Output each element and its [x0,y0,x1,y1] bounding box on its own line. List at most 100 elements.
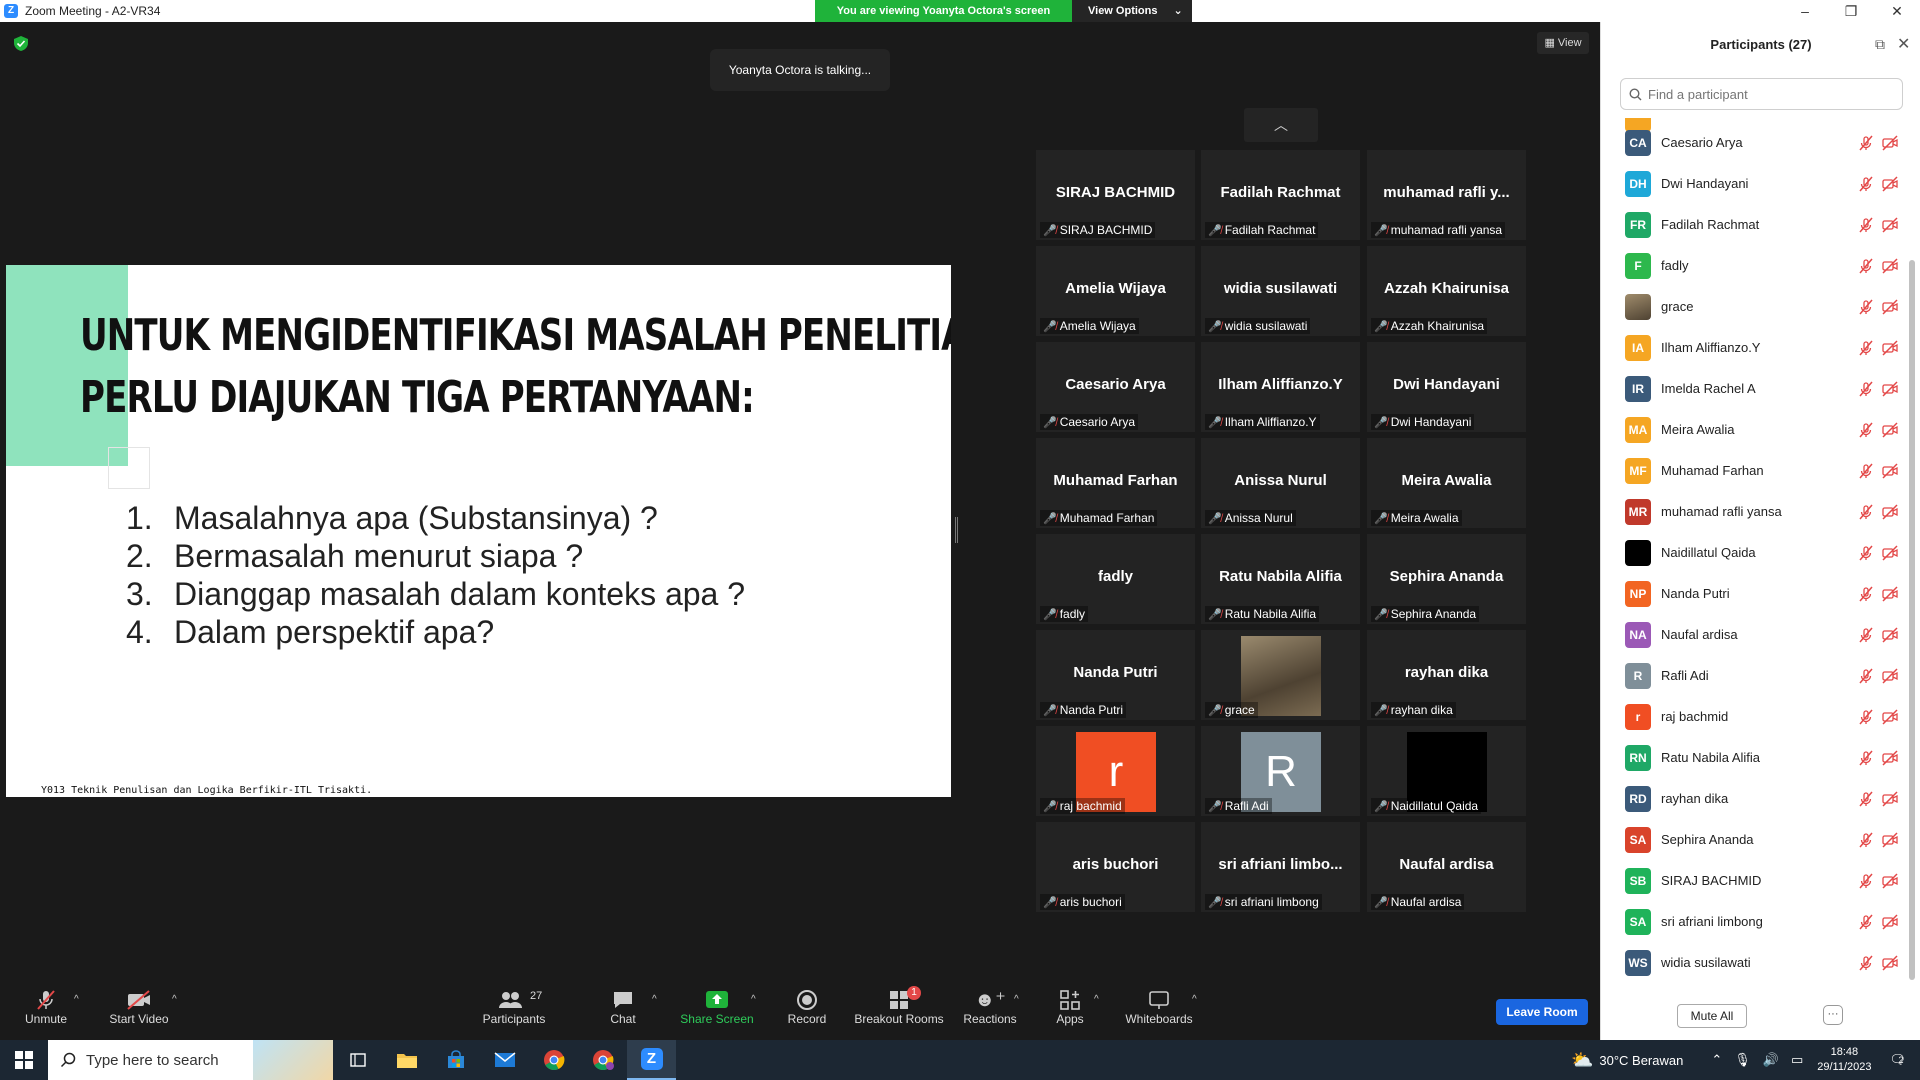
participant-row[interactable]: MA Meira Awalia [1601,409,1906,450]
video-tile[interactable]: 🎤̸ grace [1201,630,1360,720]
participant-row[interactable]: DH Dwi Handayani [1601,163,1906,204]
chat-options-caret-icon[interactable]: ^ [652,994,657,1005]
video-off-icon[interactable] [1881,421,1899,438]
muted-mic-icon[interactable] [1858,955,1874,971]
video-off-icon[interactable] [1881,175,1899,192]
audio-options-caret-icon[interactable]: ^ [74,994,79,1005]
participant-row[interactable]: Ffadly [1601,245,1906,286]
split-resize-handle[interactable] [955,517,958,543]
zoom-taskbar-button[interactable]: Z [627,1040,676,1080]
video-tile[interactable]: widia susilawati 🎤̸ widia susilawati [1201,246,1360,336]
muted-mic-icon[interactable] [1858,217,1874,233]
muted-mic-icon[interactable] [1858,586,1874,602]
chevron-up-icon[interactable]: ⌃ [1711,1052,1722,1068]
participant-row[interactable]: SA Sephira Ananda [1601,819,1906,860]
whiteboards-options-caret-icon[interactable]: ^ [1192,994,1197,1005]
participant-row[interactable]: WS widia susilawati [1601,942,1906,983]
video-tile[interactable]: aris buchori 🎤̸ aris buchori [1036,822,1195,912]
encryption-shield-icon[interactable] [14,36,28,51]
close-panel-icon[interactable]: ✕ [1897,34,1910,54]
participant-row[interactable]: MR muhamad rafli yansa [1601,491,1906,532]
participant-row[interactable]: IR Imelda Rachel A [1601,368,1906,409]
muted-mic-icon[interactable] [1858,668,1874,684]
mail-button[interactable] [480,1040,529,1080]
popout-icon[interactable]: ⧉ [1875,36,1885,53]
close-button[interactable]: ✕ [1874,0,1920,22]
leave-room-button[interactable]: Leave Room [1496,999,1588,1025]
notifications-button[interactable]: 🗨 2 [1889,1052,1906,1068]
video-off-icon[interactable] [1881,462,1899,479]
participant-row[interactable]: SB SIRAJ BACHMID [1601,860,1906,901]
video-tile[interactable]: Amelia Wijaya 🎤̸ Amelia Wijaya [1036,246,1195,336]
minimize-button[interactable]: – [1782,0,1828,22]
video-tile[interactable]: Muhamad Farhan 🎤̸ Muhamad Farhan [1036,438,1195,528]
participant-row[interactable]: SA sri afriani limbong [1601,901,1906,942]
video-tile[interactable]: sri afriani limbo... 🎤̸ sri afriani limbon… [1201,822,1360,912]
weather-text[interactable]: 30°C Berawan [1599,1053,1683,1068]
start-button[interactable] [0,1040,48,1080]
video-tile[interactable]: Azzah Khairunisa 🎤̸ Azzah Khairunisa [1367,246,1526,336]
video-tile[interactable]: fadly 🎤̸ fadly [1036,534,1195,624]
share-options-caret-icon[interactable]: ^ [751,994,756,1005]
video-tile[interactable]: Nanda Putri 🎤̸ Nanda Putri [1036,630,1195,720]
video-tile[interactable]: Ratu Nabila Alifia 🎤̸ Ratu Nabila Alifia [1201,534,1360,624]
muted-mic-icon[interactable] [1858,709,1874,725]
participant-row[interactable]: grace [1601,286,1906,327]
participant-search-box[interactable] [1620,78,1903,110]
mute-all-button[interactable]: Mute All [1677,1004,1747,1028]
video-off-icon[interactable] [1881,380,1899,397]
breakout-rooms-button[interactable]: 1 Breakout Rooms [853,986,945,1026]
participant-row[interactable]: MF Muhamad Farhan [1601,450,1906,491]
video-tile[interactable]: Meira Awalia 🎤̸ Meira Awalia [1367,438,1526,528]
video-off-icon[interactable] [1881,134,1899,151]
video-off-icon[interactable] [1881,626,1899,643]
video-tile[interactable]: r 🎤̸ raj bachmid [1036,726,1195,816]
task-view-button[interactable] [333,1040,382,1080]
participant-row[interactable]: RD rayhan dika [1601,778,1906,819]
muted-mic-icon[interactable] [1858,135,1874,151]
store-button[interactable] [431,1040,480,1080]
apps-options-caret-icon[interactable]: ^ [1094,994,1099,1005]
participant-row[interactable]: FR Fadilah Rachmat [1601,204,1906,245]
video-options-caret-icon[interactable]: ^ [172,994,177,1005]
volume-icon[interactable]: 🔊 [1763,1052,1779,1068]
reactions-options-caret-icon[interactable]: ^ [1014,994,1019,1005]
video-off-icon[interactable] [1881,708,1899,725]
muted-mic-icon[interactable] [1858,381,1874,397]
participant-row[interactable]: NP Nanda Putri [1601,573,1906,614]
muted-mic-icon[interactable] [1858,258,1874,274]
gallery-scroll-up-button[interactable]: ︿ [1244,108,1318,142]
video-off-icon[interactable] [1881,831,1899,848]
video-tile[interactable]: Ilham Aliffianzo.Y 🎤̸ Ilham Aliffianzo.Y [1201,342,1360,432]
muted-mic-icon[interactable] [1858,504,1874,520]
participant-list-scrollbar[interactable] [1909,260,1915,980]
video-off-icon[interactable] [1881,667,1899,684]
participant-row[interactable]: IA Ilham Aliffianzo.Y [1601,327,1906,368]
video-off-icon[interactable] [1881,298,1899,315]
muted-mic-icon[interactable] [1858,750,1874,766]
reactions-button[interactable]: ☻⁺ Reactions [962,988,1018,1026]
record-button[interactable]: Record [785,988,829,1026]
chrome-profile-button[interactable] [578,1040,627,1080]
file-explorer-button[interactable] [382,1040,431,1080]
video-off-icon[interactable] [1881,872,1899,889]
muted-mic-icon[interactable] [1858,914,1874,930]
taskbar-search-box[interactable]: Type here to search [48,1040,333,1080]
muted-mic-icon[interactable] [1858,791,1874,807]
participant-row[interactable]: Naidillatul Qaida [1601,532,1906,573]
unmute-button[interactable]: Unmute [22,988,70,1026]
muted-mic-icon[interactable] [1858,176,1874,192]
start-video-button[interactable]: Start Video [104,988,174,1026]
video-tile[interactable]: Dwi Handayani 🎤̸ Dwi Handayani [1367,342,1526,432]
video-tile[interactable]: Caesario Arya 🎤̸ Caesario Arya [1036,342,1195,432]
muted-mic-icon[interactable] [1858,545,1874,561]
clock[interactable]: 18:48 29/11/2023 [1817,1045,1871,1075]
video-off-icon[interactable] [1881,503,1899,520]
more-options-button[interactable]: ··· [1823,1005,1843,1025]
video-off-icon[interactable] [1881,913,1899,930]
chat-button[interactable]: Chat [603,988,643,1026]
muted-mic-icon[interactable] [1858,832,1874,848]
whiteboards-button[interactable]: Whiteboards [1124,988,1194,1026]
network-icon[interactable]: ▭ [1791,1052,1803,1068]
restore-button[interactable]: ❐ [1828,0,1874,22]
